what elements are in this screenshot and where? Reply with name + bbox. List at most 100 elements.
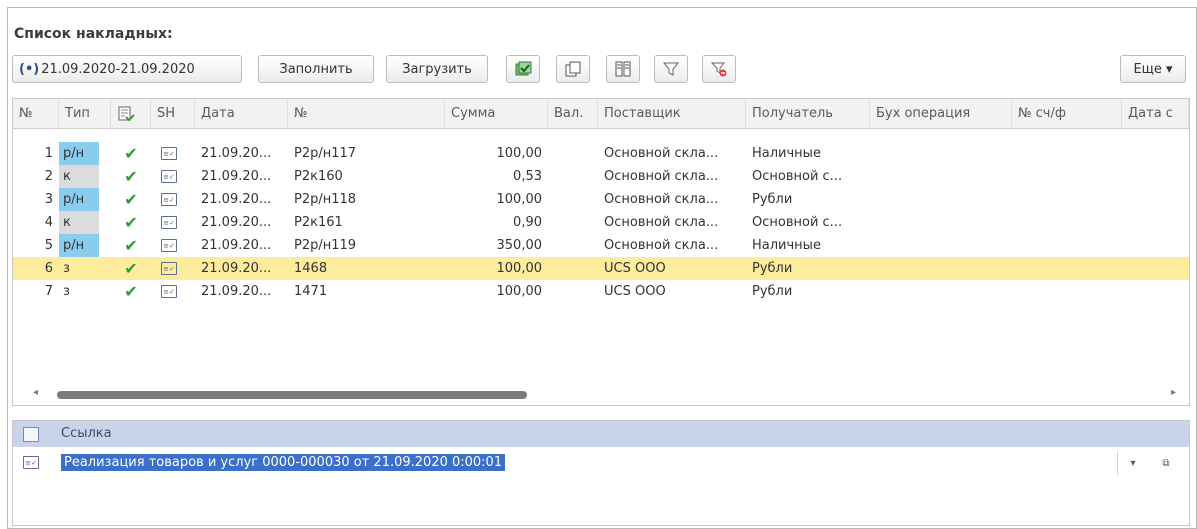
row-doc-number: P2к161 [294, 215, 343, 230]
document-icon: ≡✓ [161, 216, 177, 229]
col-header-type[interactable]: Тип [59, 99, 111, 128]
col-header-sh[interactable]: SH [151, 99, 195, 128]
row-currency [548, 142, 598, 165]
col-header-accounting-op[interactable]: Бух операция [870, 99, 1012, 128]
table-row[interactable]: 4 к ✔ ≡✓ 21.09.20... P2к161 0,90 Основно… [13, 211, 1189, 234]
row-doc-number: P2р/н117 [294, 146, 357, 161]
horizontal-scrollbar[interactable]: ◂ ▸ [13, 383, 1189, 403]
row-type: р/н [59, 142, 99, 165]
row-receiver: Рубли [752, 261, 793, 276]
sh-cell: ≡✓ [161, 142, 191, 165]
col-header-posted[interactable] [111, 99, 151, 128]
period-icon: (•) [19, 61, 40, 77]
fill-button[interactable]: Заполнить [258, 55, 374, 83]
row-receiver: Основной с... [752, 215, 843, 230]
row-currency [548, 234, 598, 257]
row-doc-number: 1471 [294, 284, 328, 299]
check-all-icon [515, 61, 532, 76]
scroll-right-icon[interactable]: ▸ [1171, 387, 1176, 398]
divider [1117, 451, 1118, 475]
page-title: Список накладных: [14, 26, 173, 42]
filter-button[interactable] [654, 55, 688, 83]
row-number: 2 [44, 169, 53, 184]
row-sum: 100,00 [496, 261, 543, 276]
header-checkbox[interactable] [23, 427, 39, 442]
invoice-table: № Тип SH Дата № Сумма Вал. Поставщик Пол… [12, 98, 1190, 406]
row-sum: 0,53 [513, 169, 542, 184]
reference-row[interactable]: ≡✓ Реализация товаров и услуг 0000-00003… [13, 451, 1189, 475]
sh-cell: ≡✓ [161, 188, 191, 211]
row-date: 21.09.20... [201, 284, 272, 299]
col-header-supplier[interactable]: Поставщик [598, 99, 746, 128]
document-check-icon [118, 106, 135, 121]
copy-button[interactable] [556, 55, 590, 83]
filter-icon [662, 62, 680, 76]
reference-header: Ссылка [13, 421, 1189, 447]
posted-check-icon[interactable]: ✔ [111, 280, 151, 303]
row-sum: 100,00 [496, 146, 543, 161]
row-type: к [59, 165, 99, 188]
row-type: з [63, 284, 70, 299]
posted-check-icon[interactable]: ✔ [111, 188, 151, 211]
table-row-selected[interactable]: 6 з ✔ ≡✓ 21.09.20... 1468 100,00 UCS OOO… [13, 257, 1189, 280]
sh-cell: ≡✓ [161, 234, 191, 257]
row-type: р/н [59, 188, 99, 211]
more-button[interactable]: Еще ▾ [1120, 55, 1186, 83]
open-link-icon[interactable]: ⧉ [1155, 454, 1177, 472]
col-header-number[interactable]: № [13, 99, 59, 128]
toolbar: (•) 21.09.2020-21.09.2020 Заполнить Загр… [12, 55, 1192, 85]
row-doc-number: 1468 [294, 261, 328, 276]
select-all-button[interactable] [506, 55, 540, 83]
scroll-left-icon[interactable]: ◂ [33, 387, 38, 398]
col-header-sum[interactable]: Сумма [445, 99, 548, 128]
sh-cell: ≡✓ [23, 456, 39, 469]
row-supplier: Основной скла... [604, 146, 719, 161]
col-header-invoice-date[interactable]: Дата с [1122, 99, 1189, 128]
row-date: 21.09.20... [201, 238, 272, 253]
scroll-thumb[interactable] [57, 391, 527, 399]
table-header: № Тип SH Дата № Сумма Вал. Поставщик Пол… [13, 99, 1189, 129]
table-row[interactable]: 3 р/н ✔ ≡✓ 21.09.20... P2р/н118 100,00 О… [13, 188, 1189, 211]
posted-check-icon[interactable]: ✔ [111, 211, 151, 234]
col-header-currency[interactable]: Вал. [548, 99, 598, 128]
row-number: 6 [44, 261, 53, 276]
col-header-invoice-number[interactable]: № сч/ф [1012, 99, 1122, 128]
document-icon: ≡✓ [161, 170, 177, 183]
row-type: к [59, 211, 99, 234]
posted-check-icon[interactable]: ✔ [111, 234, 151, 257]
row-sum: 100,00 [496, 284, 543, 299]
row-number: 4 [44, 215, 53, 230]
col-header-receiver[interactable]: Получатель [746, 99, 870, 128]
row-date: 21.09.20... [201, 146, 272, 161]
table-row[interactable]: 5 р/н ✔ ≡✓ 21.09.20... P2р/н119 350,00 О… [13, 234, 1189, 257]
reference-value[interactable]: Реализация товаров и услуг 0000-000030 о… [61, 454, 506, 471]
row-supplier: UCS OOO [604, 284, 666, 299]
copy-icon [565, 61, 581, 77]
table-row[interactable]: 7 з ✔ ≡✓ 21.09.20... 1471 100,00 UCS OOO… [13, 280, 1189, 303]
clear-filter-button[interactable] [702, 55, 736, 83]
row-currency [548, 280, 598, 303]
load-button[interactable]: Загрузить [386, 55, 488, 83]
col-header-doc-number[interactable]: № [288, 99, 445, 128]
row-currency [548, 188, 598, 211]
table-row[interactable]: 1 р/н ✔ ≡✓ 21.09.20... P2р/н117 100,00 О… [13, 142, 1189, 165]
dropdown-chevron-icon[interactable]: ▾ [1123, 454, 1143, 472]
row-supplier: Основной скла... [604, 169, 719, 184]
row-currency [548, 211, 598, 234]
row-sum: 350,00 [496, 238, 543, 253]
document-icon: ≡✓ [161, 262, 177, 275]
reference-panel: Ссылка ≡✓ Реализация товаров и услуг 000… [12, 420, 1190, 526]
columns-button[interactable] [606, 55, 640, 83]
col-header-date[interactable]: Дата [195, 99, 288, 128]
posted-check-icon[interactable]: ✔ [111, 165, 151, 188]
table-row[interactable]: 2 к ✔ ≡✓ 21.09.20... P2к160 0,53 Основно… [13, 165, 1189, 188]
posted-check-icon[interactable]: ✔ [111, 257, 151, 280]
row-sum: 0,90 [513, 215, 542, 230]
row-currency [548, 165, 598, 188]
row-supplier: Основной скла... [604, 238, 719, 253]
row-date: 21.09.20... [201, 169, 272, 184]
clear-filter-icon [710, 62, 727, 77]
row-date: 21.09.20... [201, 192, 272, 207]
posted-check-icon[interactable]: ✔ [111, 142, 151, 165]
period-button[interactable]: (•) 21.09.2020-21.09.2020 [12, 55, 242, 83]
